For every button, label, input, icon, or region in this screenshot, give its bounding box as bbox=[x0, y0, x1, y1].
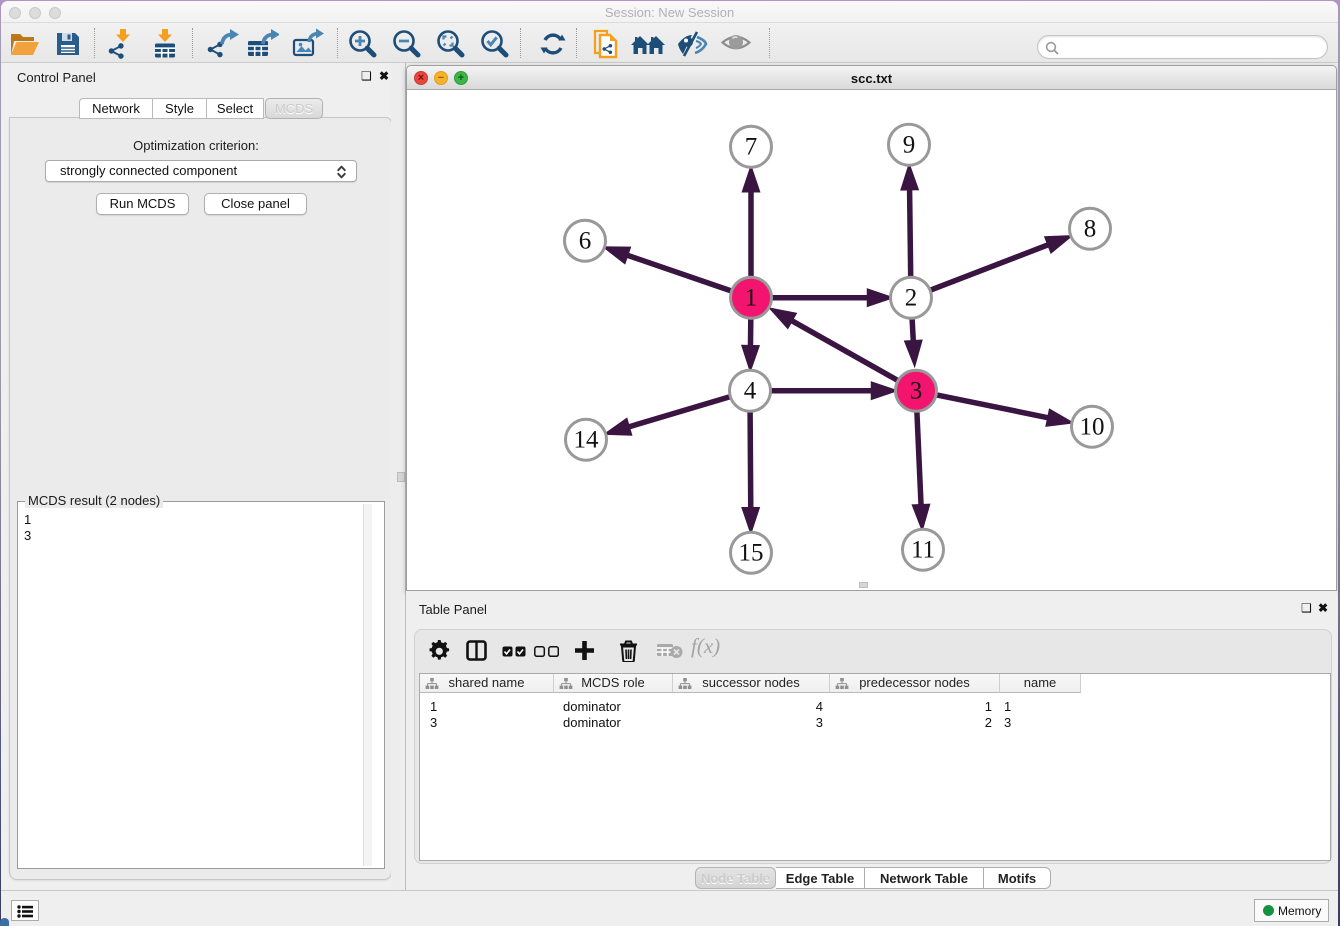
svg-text:9: 9 bbox=[903, 132, 916, 159]
svg-text:15: 15 bbox=[739, 540, 764, 567]
svg-text:7: 7 bbox=[745, 134, 758, 161]
svg-text:2: 2 bbox=[905, 285, 918, 312]
svg-text:3: 3 bbox=[910, 378, 923, 405]
svg-text:4: 4 bbox=[744, 378, 757, 405]
svg-text:6: 6 bbox=[579, 228, 592, 255]
svg-text:10: 10 bbox=[1080, 414, 1105, 441]
svg-text:14: 14 bbox=[574, 427, 600, 454]
svg-text:8: 8 bbox=[1084, 216, 1097, 243]
svg-text:1: 1 bbox=[745, 285, 758, 312]
svg-text:11: 11 bbox=[911, 537, 935, 564]
